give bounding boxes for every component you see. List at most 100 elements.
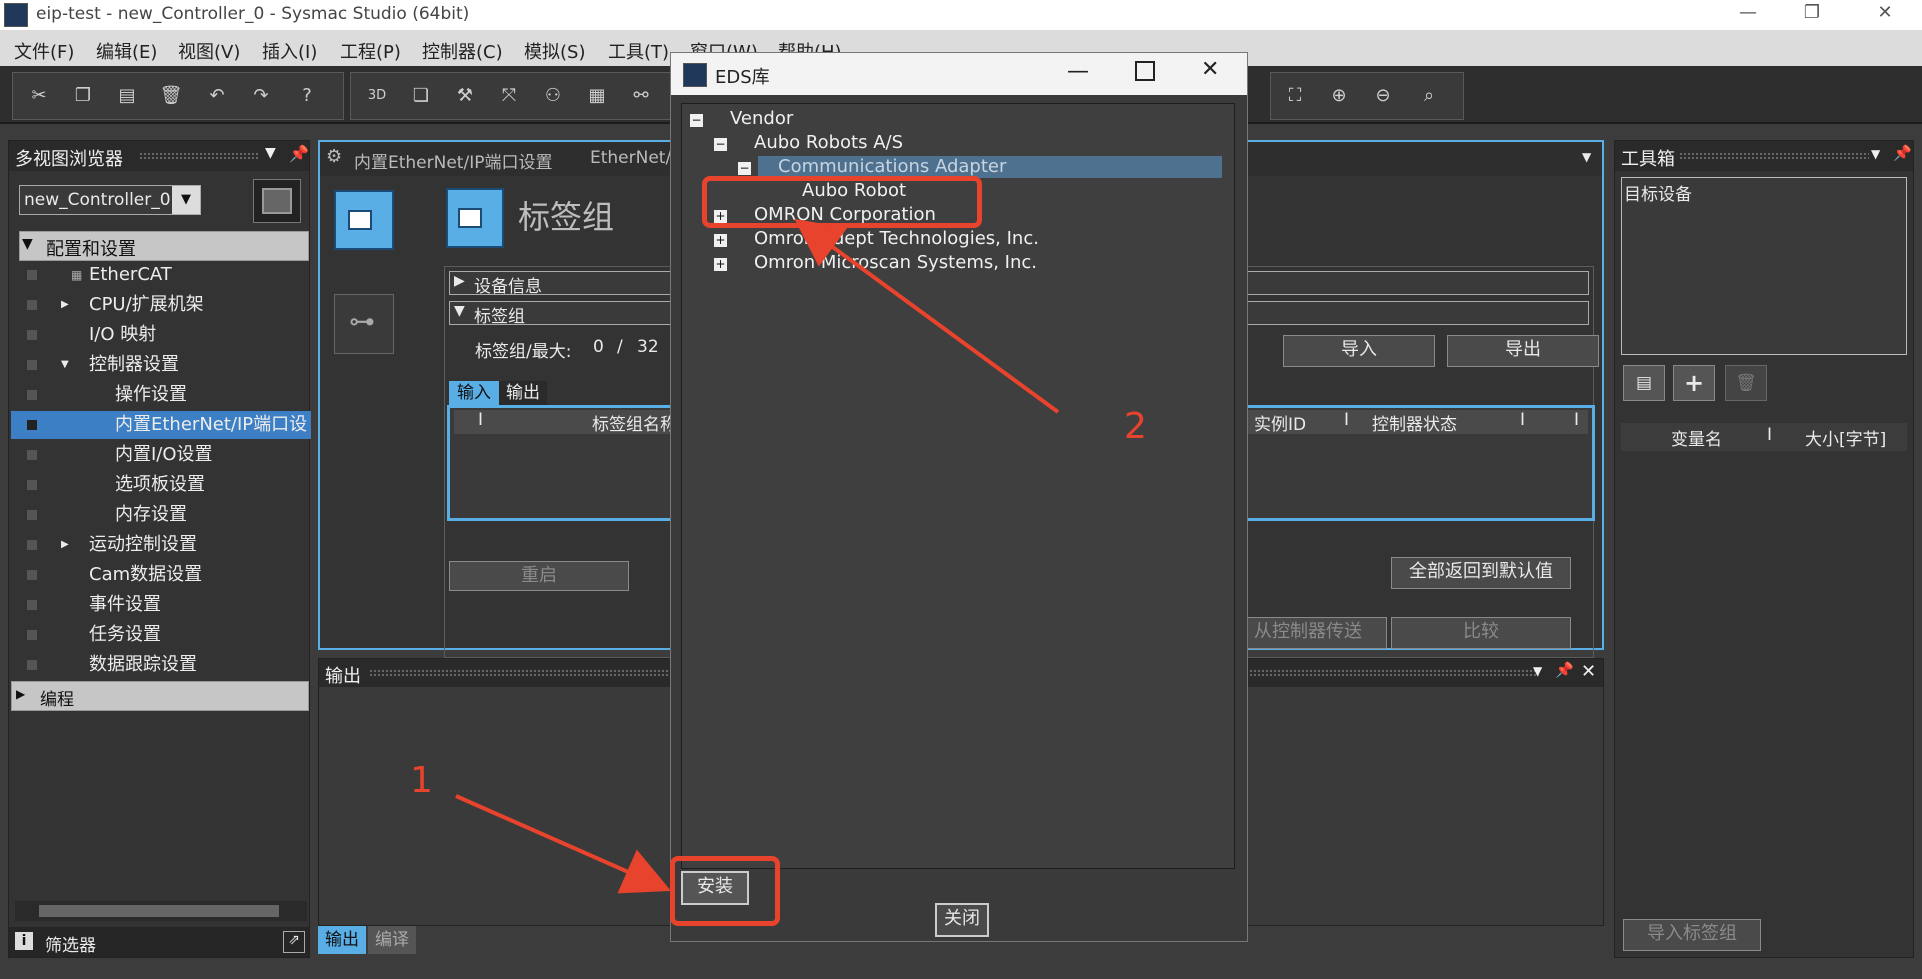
- sync-icon[interactable]: ⚯: [629, 85, 653, 107]
- paste-icon[interactable]: ▤: [115, 85, 139, 107]
- col-instance-id[interactable]: 实例ID: [1254, 410, 1306, 435]
- close-icon[interactable]: ✕: [1581, 661, 1596, 682]
- tab-ethernetip-settings[interactable]: 内置EtherNet/IP端口设置: [354, 148, 552, 173]
- menu-edit[interactable]: 编辑(E): [96, 38, 157, 64]
- menu-insert[interactable]: 插入(I): [262, 38, 317, 64]
- fit-icon[interactable]: ⛶: [1283, 85, 1307, 107]
- tree-node-communications-adapter[interactable]: Communications Adapter: [778, 156, 1006, 177]
- dropdown-arrow-icon[interactable]: ▼: [265, 145, 276, 161]
- menu-view[interactable]: 视图(V): [178, 38, 240, 64]
- menu-controller[interactable]: 控制器(C): [422, 38, 503, 64]
- connection-nav-icon[interactable]: ⊶: [334, 294, 394, 354]
- expand-arrow-icon[interactable]: ▶: [454, 273, 465, 289]
- collapse-icon[interactable]: −: [690, 114, 703, 127]
- tree-item-ethercat[interactable]: ▦ EtherCAT: [27, 261, 309, 289]
- tree-item-controller-settings[interactable]: ▼ 控制器设置: [27, 351, 309, 379]
- import-tag-group-button[interactable]: 导入标签组: [1623, 919, 1761, 951]
- tree-item-event[interactable]: 事件设置: [27, 591, 309, 619]
- tree-item-task[interactable]: 任务设置: [27, 621, 309, 649]
- dropdown-arrow-icon[interactable]: ▼: [1582, 150, 1591, 164]
- cut-icon[interactable]: ✂: [27, 85, 51, 107]
- dropdown-arrow-icon[interactable]: ▼: [1871, 147, 1880, 161]
- monitor-icon[interactable]: ▦: [585, 85, 609, 107]
- expand-arrow-icon[interactable]: ▼: [22, 236, 33, 252]
- tab-compile[interactable]: 编译: [368, 926, 416, 954]
- menu-file[interactable]: 文件(F): [14, 38, 74, 64]
- compare-button[interactable]: 比较: [1391, 617, 1571, 649]
- minimize-button[interactable]: —: [1728, 2, 1768, 26]
- section-programming[interactable]: ▶ 编程: [11, 681, 309, 711]
- tab-ethernetip-2[interactable]: EtherNet/I: [590, 148, 676, 168]
- menu-simulation[interactable]: 模拟(S): [524, 38, 585, 64]
- help-icon[interactable]: ?: [295, 85, 319, 107]
- filter-label[interactable]: 筛选器: [45, 931, 96, 956]
- tree-node-omron-microscan[interactable]: Omron Microscan Systems, Inc.: [754, 252, 1037, 273]
- zoom-out-icon[interactable]: ⊖: [1371, 85, 1395, 107]
- tree-item-operation-settings[interactable]: 操作设置: [27, 381, 309, 409]
- windows-icon[interactable]: ❏: [409, 85, 433, 107]
- online-icon[interactable]: ⚇: [541, 85, 565, 107]
- tree-item-memory[interactable]: 内存设置: [27, 501, 309, 529]
- expand-arrow-icon[interactable]: ▶: [16, 687, 25, 701]
- horizontal-scrollbar[interactable]: [15, 901, 307, 921]
- chevron-down-icon[interactable]: ▼: [172, 186, 200, 214]
- tree-item-builtin-io[interactable]: 内置I/O设置: [27, 441, 309, 469]
- menu-project[interactable]: 工程(P): [340, 38, 401, 64]
- build-icon[interactable]: ⚒: [453, 85, 477, 107]
- 3d-view-icon[interactable]: 3D: [365, 85, 389, 107]
- expand-icon[interactable]: ▶: [61, 291, 69, 319]
- menu-tools[interactable]: 工具(T): [608, 38, 669, 64]
- collapse-icon[interactable]: ▼: [61, 351, 69, 379]
- expand-icon[interactable]: ▶: [61, 531, 69, 559]
- zoom-reset-icon[interactable]: ⌕: [1417, 85, 1441, 107]
- tab-output[interactable]: 输出: [499, 381, 547, 405]
- undo-icon[interactable]: ↶: [205, 85, 229, 107]
- tree-node-vendor[interactable]: Vendor: [730, 108, 793, 129]
- folder-add-icon[interactable]: ▤: [1623, 365, 1665, 401]
- delete-icon[interactable]: 🗑: [1725, 365, 1767, 401]
- tree-item-data-trace[interactable]: 数据跟踪设置: [27, 651, 309, 679]
- tab-output-panel[interactable]: 输出: [318, 926, 366, 954]
- close-button[interactable]: 关闭: [935, 903, 989, 937]
- restart-button[interactable]: 重启: [449, 561, 629, 591]
- tree-item-cpu-rack[interactable]: ▶ CPU/扩展机架: [27, 291, 309, 319]
- import-button[interactable]: 导入: [1283, 335, 1435, 367]
- col-controller-state[interactable]: 控制器状态: [1372, 410, 1457, 435]
- export-button[interactable]: 导出: [1447, 335, 1599, 367]
- dropdown-arrow-icon[interactable]: ▼: [1533, 664, 1542, 678]
- zoom-in-icon[interactable]: ⊕: [1327, 85, 1351, 107]
- controller-select[interactable]: new_Controller_0 ▼: [19, 185, 201, 215]
- reset-all-defaults-button[interactable]: 全部返回到默认值: [1391, 557, 1571, 589]
- maximize-button[interactable]: ❐: [1792, 2, 1832, 26]
- copy-icon[interactable]: ❐: [71, 85, 95, 107]
- tree-node-aubo-robots[interactable]: Aubo Robots A/S: [754, 132, 903, 153]
- tab-input[interactable]: 输入: [449, 381, 499, 405]
- minimize-icon[interactable]: —: [1067, 59, 1089, 84]
- section-config[interactable]: ▼ 配置和设置: [19, 231, 309, 261]
- expand-icon[interactable]: +: [714, 234, 727, 247]
- add-icon[interactable]: +: [1673, 365, 1715, 401]
- col-size-bytes[interactable]: 大小[字节]: [1805, 425, 1886, 450]
- pin-icon[interactable]: ⇗: [283, 931, 305, 953]
- tree-item-cam-data[interactable]: Cam数据设置: [27, 561, 309, 589]
- col-tag-group-name[interactable]: 标签组名称: [592, 410, 677, 435]
- close-icon[interactable]: ✕: [1201, 57, 1219, 82]
- col-variable-name[interactable]: 变量名: [1671, 425, 1722, 450]
- expand-icon[interactable]: +: [714, 258, 727, 271]
- pin-icon[interactable]: 📌: [1555, 661, 1574, 679]
- collapse-icon[interactable]: −: [738, 162, 751, 175]
- tree-item-io-map[interactable]: I/O 映射: [27, 321, 309, 349]
- collapse-arrow-icon[interactable]: ▼: [454, 303, 465, 319]
- pin-icon[interactable]: 📌: [1893, 144, 1912, 162]
- close-window-button[interactable]: ✕: [1865, 2, 1905, 26]
- redo-icon[interactable]: ↷: [249, 85, 273, 107]
- network-icon[interactable]: ⤧: [497, 85, 521, 107]
- tag-group-nav-icon[interactable]: [334, 190, 394, 250]
- tree-item-motion-control[interactable]: ▶ 运动控制设置: [27, 531, 309, 559]
- pin-icon[interactable]: 📌: [289, 144, 309, 163]
- maximize-icon[interactable]: [1135, 61, 1155, 81]
- scrollbar-thumb[interactable]: [39, 905, 279, 917]
- delete-icon[interactable]: 🗑: [159, 85, 183, 107]
- tree-item-ethernetip-port[interactable]: 内置EtherNet/IP端口设: [11, 411, 311, 439]
- tree-item-option-board[interactable]: 选项板设置: [27, 471, 309, 499]
